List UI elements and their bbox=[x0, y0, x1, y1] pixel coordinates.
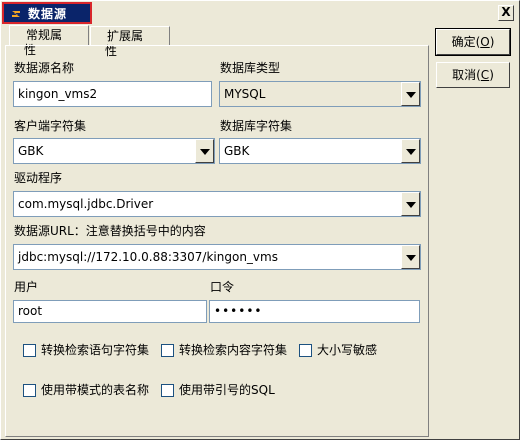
name-label: 数据源名称 bbox=[14, 61, 75, 75]
ok-label: 确定( bbox=[451, 35, 481, 49]
checkbox-box[interactable] bbox=[161, 344, 174, 357]
quoted-sql-checkbox[interactable]: 使用带引号的SQL bbox=[161, 383, 296, 399]
cancel-label: 取消( bbox=[452, 68, 481, 82]
db-charset-value: GBK bbox=[224, 144, 250, 158]
dbtype-select[interactable]: MYSQL bbox=[219, 81, 421, 107]
driver-value: com.mysql.jdbc.Driver bbox=[18, 197, 154, 211]
convert-content-charset-checkbox[interactable]: 转换检索内容字符集 bbox=[161, 343, 296, 359]
close-button[interactable]: X bbox=[498, 5, 514, 21]
db-charset-dropdown-button[interactable] bbox=[401, 139, 420, 163]
case-sensitive-label: 大小写敏感 bbox=[317, 343, 378, 357]
cancel-mnemonic: C bbox=[480, 68, 490, 82]
driver-dropdown-button[interactable] bbox=[401, 192, 420, 216]
tab-general[interactable]: 常规属性 bbox=[9, 25, 89, 57]
convert-query-charset-checkbox[interactable]: 转换检索语句字符集 bbox=[23, 343, 158, 359]
cancel-button[interactable]: 取消(C) bbox=[436, 62, 510, 88]
password-input[interactable]: •••••• bbox=[209, 300, 420, 323]
checkbox-box[interactable] bbox=[23, 344, 36, 357]
tab-extended[interactable]: 扩展属性 bbox=[90, 26, 170, 58]
db-charset-select[interactable]: GBK bbox=[219, 138, 421, 164]
name-input[interactable]: kingon_vms2 bbox=[13, 81, 212, 107]
dbtype-value: MYSQL bbox=[224, 87, 266, 101]
datasource-icon bbox=[10, 8, 22, 20]
password-label: 口令 bbox=[210, 280, 235, 294]
ok-button[interactable]: 确定(O) bbox=[435, 28, 511, 56]
url-dropdown-button[interactable] bbox=[401, 245, 420, 269]
dbtype-label: 数据库类型 bbox=[220, 61, 281, 75]
schema-table-name-label: 使用带模式的表名称 bbox=[41, 383, 150, 397]
quoted-sql-label: 使用带引号的SQL bbox=[179, 383, 275, 397]
driver-label: 驱动程序 bbox=[14, 171, 63, 185]
url-label: 数据源URL：注意替换括号中的内容 bbox=[14, 224, 206, 238]
chevron-down-icon bbox=[406, 255, 416, 261]
cancel-suffix: ) bbox=[489, 68, 494, 82]
ok-suffix: ) bbox=[489, 35, 495, 49]
url-select[interactable]: jdbc:mysql://172.10.0.88:3307/kingon_vms bbox=[13, 244, 421, 270]
client-charset-select[interactable]: GBK bbox=[13, 138, 215, 164]
url-value: jdbc:mysql://172.10.0.88:3307/kingon_vms bbox=[18, 250, 278, 264]
ok-mnemonic: O bbox=[480, 35, 490, 49]
driver-select[interactable]: com.mysql.jdbc.Driver bbox=[13, 191, 421, 217]
client-charset-label: 客户端字符集 bbox=[14, 119, 87, 133]
schema-table-name-checkbox[interactable]: 使用带模式的表名称 bbox=[23, 383, 158, 399]
window-title: 数据源 bbox=[28, 7, 68, 21]
user-label: 用户 bbox=[14, 280, 39, 294]
title-active-region: 数据源 bbox=[2, 2, 92, 24]
chevron-down-icon bbox=[200, 149, 210, 155]
close-icon: X bbox=[501, 5, 511, 19]
convert-content-charset-label: 转换检索内容字符集 bbox=[179, 343, 288, 357]
dbtype-dropdown-button[interactable] bbox=[401, 82, 420, 106]
chevron-down-icon bbox=[406, 149, 416, 155]
convert-query-charset-label: 转换检索语句字符集 bbox=[41, 343, 150, 357]
case-sensitive-checkbox[interactable]: 大小写敏感 bbox=[299, 343, 389, 359]
chevron-down-icon bbox=[406, 92, 416, 98]
client-charset-value: GBK bbox=[18, 144, 44, 158]
checkbox-box[interactable] bbox=[161, 384, 174, 397]
client-charset-dropdown-button[interactable] bbox=[195, 139, 214, 163]
checkbox-box[interactable] bbox=[299, 344, 312, 357]
datasource-dialog: 数据源 X 常规属性 扩展属性 数据源名称 数据库类型 kingon_vms2 … bbox=[0, 0, 520, 440]
user-input[interactable]: root bbox=[13, 300, 207, 323]
db-charset-label: 数据库字符集 bbox=[220, 119, 293, 133]
title-bar[interactable]: 数据源 X bbox=[2, 2, 518, 24]
checkbox-box[interactable] bbox=[23, 384, 36, 397]
chevron-down-icon bbox=[406, 202, 416, 208]
